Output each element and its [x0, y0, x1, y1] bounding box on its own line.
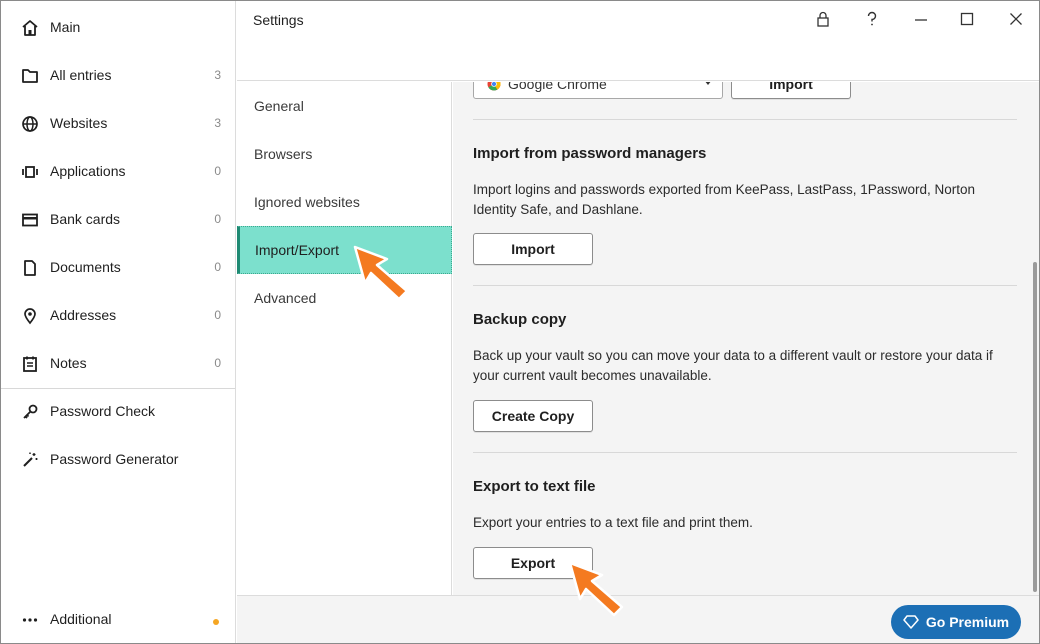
scrollbar-thumb[interactable]	[1033, 262, 1037, 592]
sidebar-item-documents[interactable]: Documents 0	[1, 244, 235, 292]
globe-icon	[22, 116, 38, 132]
sidebar-item-all-entries[interactable]: All entries 3	[1, 52, 235, 100]
sidebar-item-count: 0	[214, 260, 221, 274]
browser-import-button[interactable]: Import	[731, 82, 851, 99]
help-icon	[867, 11, 877, 26]
settings-nav-import-export[interactable]: Import/Export	[237, 226, 452, 274]
sidebar-item-count: 3	[214, 116, 221, 130]
minimize-icon	[915, 19, 927, 21]
key-icon	[23, 404, 38, 419]
settings-nav: General Browsers Ignored websites Import…	[237, 82, 452, 595]
settings-nav-label: Browsers	[254, 146, 313, 162]
sidebar-item-password-check[interactable]: Password Check	[1, 388, 235, 436]
sidebar-item-bank-cards[interactable]: Bank cards 0	[1, 196, 235, 244]
chevron-down-icon	[704, 82, 712, 85]
location-icon	[24, 308, 36, 325]
sidebar-item-label: Addresses	[50, 307, 117, 323]
sidebar-item-label: Password Generator	[50, 451, 179, 467]
sidebar-item-label: Bank cards	[50, 211, 121, 227]
minimize-button[interactable]	[908, 7, 934, 31]
section-title-password-managers: Import from password managers	[473, 145, 707, 162]
settings-nav-label: General	[254, 98, 304, 114]
sidebar-item-addresses[interactable]: Addresses 0	[1, 292, 235, 340]
sidebar-item-count: 0	[214, 356, 221, 370]
sidebar-item-notes[interactable]: Notes 0	[1, 340, 235, 388]
document-icon	[24, 260, 36, 276]
sidebar-item-label: Applications	[50, 163, 126, 179]
sidebar-item-main[interactable]: Main	[1, 4, 235, 52]
section-description: Import logins and passwords exported fro…	[473, 182, 975, 217]
settings-nav-label: Import/Export	[255, 242, 340, 258]
create-copy-button[interactable]: Create Copy	[473, 400, 593, 432]
settings-footer: Go Premium	[237, 595, 1039, 643]
import-export-panel: Google Chrome Import Import from passwor…	[453, 82, 1039, 595]
go-premium-button[interactable]: Go Premium	[891, 605, 1021, 639]
sidebar-item-label: Additional	[50, 611, 112, 627]
browser-select[interactable]: Google Chrome	[473, 82, 723, 99]
sidebar-item-password-generator[interactable]: Password Generator	[1, 436, 235, 484]
sidebar-item-label: All entries	[50, 67, 112, 83]
section-description: Back up your vault so you can move your …	[473, 348, 993, 383]
app-window: Main All entries 3 Websites 3 Applicatio…	[0, 0, 1040, 644]
notification-dot	[213, 619, 219, 625]
close-icon	[1010, 13, 1022, 25]
settings-nav-advanced[interactable]: Advanced	[237, 274, 452, 322]
more-dots-icon	[22, 618, 38, 622]
sidebar-item-label: Websites	[50, 115, 108, 131]
sidebar-item-count: 0	[214, 308, 221, 322]
card-icon	[22, 213, 38, 227]
section-divider	[473, 285, 1017, 286]
export-button[interactable]: Export	[473, 547, 593, 579]
folder-icon	[22, 69, 38, 83]
section-divider	[473, 452, 1017, 453]
maximize-button[interactable]	[954, 7, 980, 31]
diamond-icon	[903, 615, 919, 629]
chrome-icon	[487, 82, 501, 91]
sidebar: Main All entries 3 Websites 3 Applicatio…	[1, 1, 236, 643]
settings-nav-ignored-websites[interactable]: Ignored websites	[237, 178, 452, 226]
sidebar-item-label: Notes	[50, 355, 87, 371]
window-title: Settings	[253, 12, 304, 28]
section-divider	[473, 119, 1017, 120]
notes-icon	[23, 356, 37, 372]
sidebar-item-count: 0	[214, 212, 221, 226]
import-button[interactable]: Import	[473, 233, 593, 265]
sidebar-item-additional[interactable]: Additional	[1, 596, 235, 643]
go-premium-label: Go Premium	[925, 614, 1010, 630]
magic-wand-icon	[23, 452, 38, 467]
sidebar-item-count: 3	[214, 68, 221, 82]
sidebar-item-label: Main	[50, 19, 81, 35]
close-button[interactable]	[1003, 7, 1029, 31]
settings-nav-label: Advanced	[254, 290, 317, 306]
maximize-icon	[960, 12, 974, 26]
sidebar-item-count: 0	[214, 164, 221, 178]
sidebar-item-websites[interactable]: Websites 3	[1, 100, 235, 148]
section-title-export: Export to text file	[473, 478, 596, 495]
browser-select-value: Google Chrome	[508, 82, 607, 92]
help-button[interactable]	[859, 7, 885, 31]
section-description: Export your entries to a text file and p…	[473, 515, 753, 530]
settings-nav-general[interactable]: General	[237, 82, 452, 130]
lock-icon	[817, 11, 829, 27]
settings-nav-label: Ignored websites	[254, 194, 360, 210]
home-icon	[22, 20, 38, 36]
applications-icon	[22, 166, 38, 178]
settings-title-bar: Settings	[237, 1, 1039, 81]
settings-nav-browsers[interactable]: Browsers	[237, 130, 452, 178]
sidebar-item-applications[interactable]: Applications 0	[1, 148, 235, 196]
section-title-backup: Backup copy	[473, 311, 567, 328]
sidebar-item-label: Documents	[50, 259, 121, 275]
lock-button[interactable]	[810, 7, 836, 31]
content-scrollbar[interactable]	[1031, 82, 1039, 595]
sidebar-item-label: Password Check	[50, 403, 156, 419]
